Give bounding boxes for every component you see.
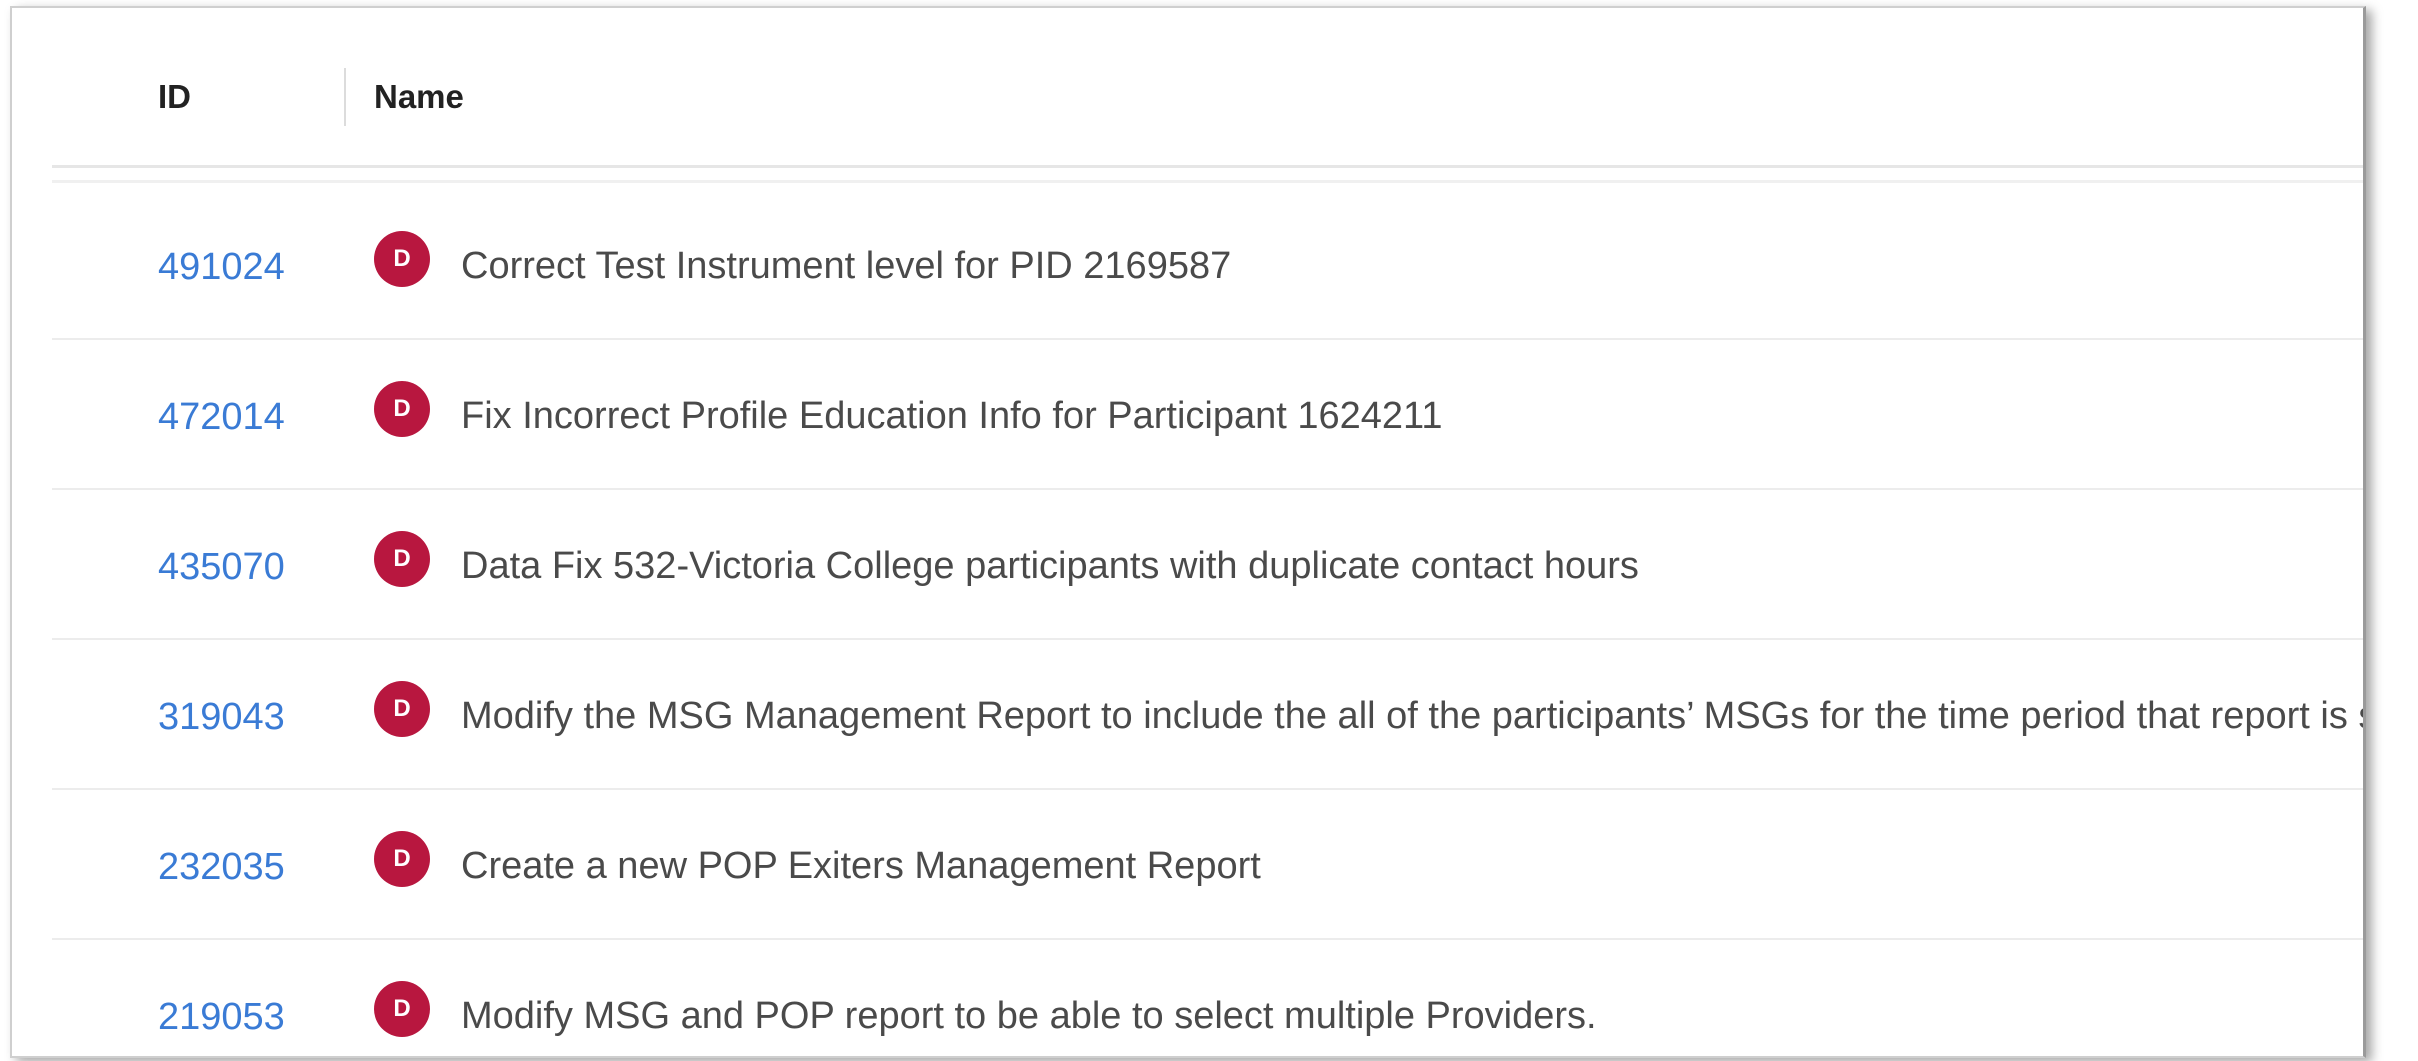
avatar: D (374, 231, 430, 287)
column-header-id[interactable]: ID (158, 78, 191, 116)
avatar: D (374, 381, 430, 437)
table-header: ID Name (52, 8, 2363, 168)
work-item-id-link[interactable]: 232035 (158, 846, 285, 889)
work-item-name: Modify the MSG Management Report to incl… (461, 695, 2366, 737)
table-row[interactable]: 472014 D Fix Incorrect Profile Education… (52, 340, 2363, 490)
header-divider (52, 180, 2363, 183)
table-body: 491024 D Correct Test Instrument level f… (52, 190, 2366, 1056)
work-item-id-link[interactable]: 319043 (158, 696, 285, 739)
work-item-id-link[interactable]: 472014 (158, 396, 285, 439)
table-row[interactable]: 232035 D Create a new POP Exiters Manage… (52, 790, 2363, 940)
work-item-name: Create a new POP Exiters Management Repo… (461, 845, 1261, 887)
work-item-name: Modify MSG and POP report to be able to … (461, 995, 1597, 1037)
work-item-name: Correct Test Instrument level for PID 21… (461, 245, 1232, 287)
table-row[interactable]: 491024 D Correct Test Instrument level f… (52, 190, 2363, 340)
work-item-id-link[interactable]: 491024 (158, 246, 285, 289)
table-row[interactable]: 219053 D Modify MSG and POP report to be… (52, 940, 2363, 1056)
work-item-name: Fix Incorrect Profile Education Info for… (461, 395, 1443, 437)
table-panel: ID Name 491024 D Correct Test Instrument… (10, 6, 2366, 1058)
table-row[interactable]: 319043 D Modify the MSG Management Repor… (52, 640, 2366, 790)
table-row[interactable]: 435070 D Data Fix 532-Victoria College p… (52, 490, 2363, 640)
work-item-name: Data Fix 532-Victoria College participan… (461, 545, 1639, 587)
avatar: D (374, 531, 430, 587)
column-header-name[interactable]: Name (374, 78, 464, 116)
column-resize-handle[interactable] (344, 68, 346, 126)
work-item-id-link[interactable]: 219053 (158, 996, 285, 1039)
work-item-id-link[interactable]: 435070 (158, 546, 285, 589)
avatar: D (374, 981, 430, 1037)
avatar: D (374, 831, 430, 887)
avatar: D (374, 681, 430, 737)
